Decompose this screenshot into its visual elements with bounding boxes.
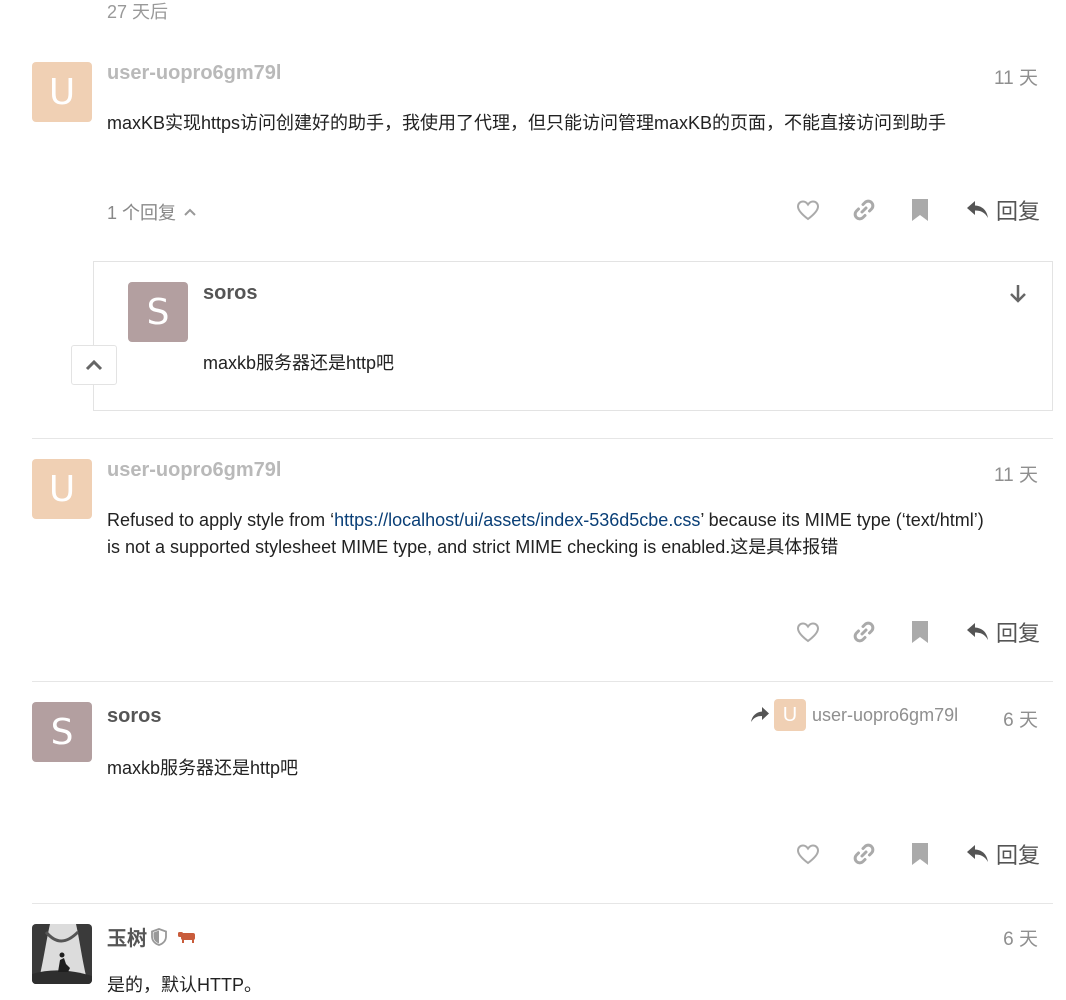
post-body: maxkb服务器还是http吧 [107,758,299,778]
bookmark-icon[interactable] [908,842,932,866]
username[interactable]: user-uopro6gm79l [107,62,281,85]
username[interactable]: soros [107,705,161,728]
link-icon[interactable] [852,620,876,644]
body-text-post: ’ because its MIME type (‘text/html’) [700,510,984,530]
divider [32,681,1053,682]
post-actions: 回复 [764,193,1040,227]
post-date[interactable]: 6 天 [938,705,1038,732]
moderator-shield-icon [151,927,167,946]
post-actions: 回复 [764,615,1040,649]
reply-icon [966,623,988,640]
post-body: Refused to apply style from ‘https://loc… [107,507,1047,561]
username[interactable]: 玉树 [107,922,147,951]
reply-label: 回复 [995,843,1040,868]
flair-cow-icon [178,931,195,943]
embedded-reply: S soros maxkb服务器还是http吧 [93,261,1053,411]
like-heart-icon[interactable] [796,198,820,222]
username-row: 玉树 [107,922,199,951]
reply-button[interactable]: 回复 [966,838,1040,870]
post-date[interactable]: 6 天 [938,924,1038,951]
post-date[interactable]: 11 天 [938,460,1038,487]
divider [32,438,1053,439]
post-body: maxKB实现https访问创建好的助手，我使用了代理，但只能访问管理maxKB… [107,113,947,133]
avatar[interactable]: U [32,62,92,122]
replies-toggle-label: 1 个回复 [107,203,177,223]
reply-body: maxkb服务器还是http吧 [203,353,395,373]
reply-icon [966,201,988,218]
arrow-down-icon[interactable] [1008,283,1028,305]
avatar[interactable]: U [32,459,92,519]
avatar-letter: S [50,711,74,753]
chevron-up-icon [184,208,196,216]
divider [32,903,1053,904]
bookmark-icon[interactable] [908,198,932,222]
chevron-up-icon [85,359,103,371]
avatar-letter: U [48,71,76,113]
reply-label: 回复 [995,621,1040,646]
post-body: 是的，默认HTTP。 [107,975,262,995]
post-actions: 回复 [764,837,1040,871]
share-arrow-icon [751,707,769,722]
reply-button[interactable]: 回复 [966,194,1040,226]
reply-to-username: user-uopro6gm79l [812,704,959,725]
collapse-up-button[interactable] [71,345,117,385]
like-heart-icon[interactable] [796,620,820,644]
post-body-line-1: Refused to apply style from ‘https://loc… [107,507,1047,534]
reply-icon [966,845,988,862]
reply-to-indicator[interactable]: U user-uopro6gm79l [750,699,958,731]
stylesheet-link[interactable]: https://localhost/ui/assets/index-536d5c… [334,510,700,530]
avatar[interactable]: S [128,282,188,342]
avatar-letter: U [782,703,798,726]
username[interactable]: user-uopro6gm79l [107,459,281,482]
avatar-image [32,924,92,984]
reply-to-avatar: U [774,699,806,731]
like-heart-icon[interactable] [796,842,820,866]
post-date[interactable]: 11 天 [938,63,1038,90]
bookmark-icon[interactable] [908,620,932,644]
avatar-letter: U [48,468,76,510]
reply-label: 回复 [995,199,1040,224]
link-icon[interactable] [852,842,876,866]
replies-toggle[interactable]: 1 个回复 [107,199,198,225]
username[interactable]: soros [203,282,257,305]
reply-button[interactable]: 回复 [966,616,1040,648]
avatar-letter: S [146,291,170,333]
avatar[interactable]: S [32,702,92,762]
days-after-label: 27 天后 [107,2,169,22]
post-body-line-2: is not a supported stylesheet MIME type,… [107,537,839,557]
body-text-pre: Refused to apply style from ‘ [107,510,335,530]
avatar[interactable] [32,924,92,984]
link-icon[interactable] [852,198,876,222]
